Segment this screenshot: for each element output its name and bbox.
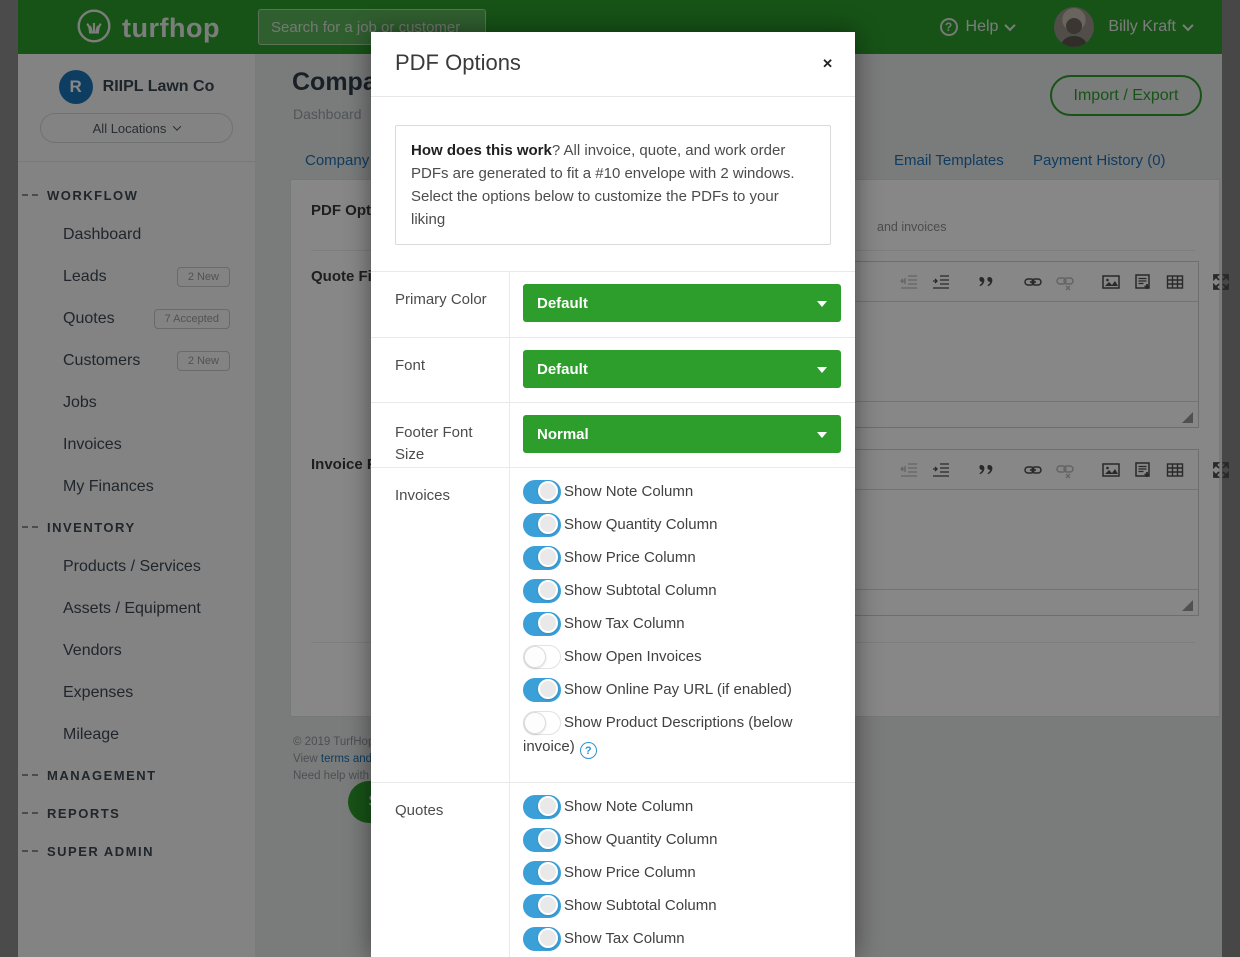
toggle-row: Show Subtotal Column (523, 894, 828, 918)
toggle-row: Show Note Column (523, 795, 828, 819)
toggle-quote-price-column[interactable] (523, 861, 561, 885)
toggle-quote-tax-column[interactable] (523, 927, 561, 951)
help-circle-icon[interactable]: ? (580, 742, 597, 759)
toggle-show-open-invoices[interactable] (523, 645, 561, 669)
toggle-quote-quantity-column[interactable] (523, 828, 561, 852)
close-icon[interactable]: ✕ (822, 56, 833, 72)
toggle-row: Show Subtotal Column (523, 579, 828, 603)
font-row: Font Default (371, 337, 855, 402)
modal-title: PDF Options (395, 50, 521, 76)
toggle-row: Show Quantity Column (523, 828, 828, 852)
toggle-row: Show Tax Column (523, 927, 828, 951)
quotes-toggle-group: Quotes Show Note Column Show Quantity Co… (371, 782, 855, 957)
modal-settings: Primary Color Default Font Default (371, 271, 855, 957)
toggle-row: Show Price Column (523, 546, 828, 570)
primary-color-row: Primary Color Default (371, 272, 855, 337)
toggle-row: Show Online Pay URL (if enabled) (523, 678, 828, 702)
toggle-online-pay-url[interactable] (523, 678, 561, 702)
toggle-row: Show Price Column (523, 861, 828, 885)
toggle-invoice-quantity-column[interactable] (523, 513, 561, 537)
toggle-invoice-note-column[interactable] (523, 480, 561, 504)
pdf-options-modal: PDF Options ✕ How does this work? All in… (371, 32, 855, 957)
footer-font-size-select[interactable]: Normal (523, 415, 841, 453)
toggle-invoice-tax-column[interactable] (523, 612, 561, 636)
toggle-row: Show Tax Column (523, 612, 828, 636)
caret-down-icon (817, 301, 827, 307)
invoices-toggle-group: Invoices Show Note Column Show Quantity … (371, 467, 855, 782)
toggle-invoice-subtotal-column[interactable] (523, 579, 561, 603)
toggle-quote-subtotal-column[interactable] (523, 894, 561, 918)
screen: turfhop ? Help Billy Kraft (0, 0, 1240, 957)
caret-down-icon (817, 432, 827, 438)
toggle-row: Show Quantity Column (523, 513, 828, 537)
toggle-row: Show Open Invoices (523, 645, 828, 669)
modal-info-box: How does this work? All invoice, quote, … (395, 125, 831, 245)
footer-font-size-row: Footer Font Size Normal (371, 402, 855, 467)
toggle-row: Show Product Descriptions (below invoice… (523, 711, 828, 759)
toggle-invoice-price-column[interactable] (523, 546, 561, 570)
toggle-invoice-product-descriptions[interactable] (523, 711, 561, 735)
caret-down-icon (817, 367, 827, 373)
modal-header: PDF Options ✕ (371, 32, 855, 97)
primary-color-select[interactable]: Default (523, 284, 841, 322)
font-select[interactable]: Default (523, 350, 841, 388)
toggle-quote-note-column[interactable] (523, 795, 561, 819)
toggle-row: Show Note Column (523, 480, 828, 504)
